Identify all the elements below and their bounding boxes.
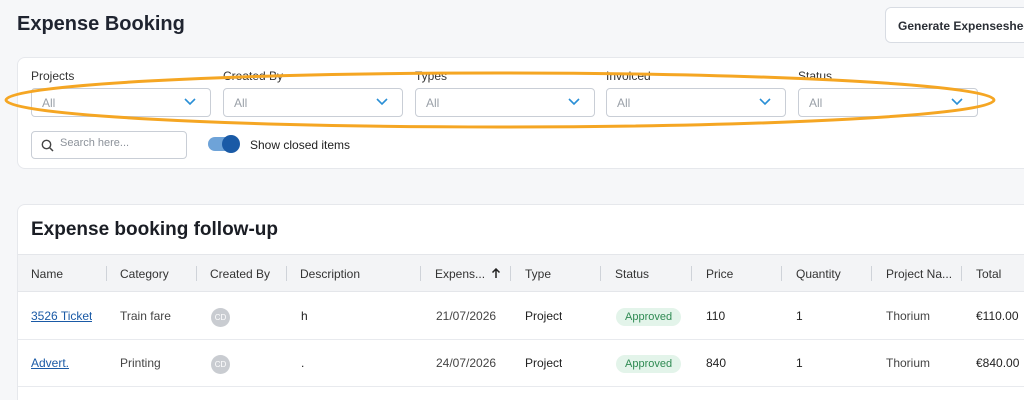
status-badge: Approved	[616, 308, 682, 326]
select-value: All	[234, 96, 248, 110]
column-header-category[interactable]: Category	[107, 255, 197, 293]
avatar: CD	[211, 355, 230, 374]
column-header-total[interactable]: Total	[962, 255, 1024, 293]
column-header-quantity[interactable]: Quantity	[782, 255, 872, 293]
row-description: h	[301, 309, 308, 323]
types-select[interactable]: All	[415, 88, 595, 117]
expense-table-card: Expense booking follow-up Name Category …	[17, 204, 1024, 400]
row-expense-date: 21/07/2026	[436, 309, 497, 323]
row-project-name: Thorium	[886, 309, 931, 323]
toggle-knob	[222, 135, 240, 153]
row-price: 110	[706, 309, 726, 323]
column-header-status[interactable]: Status	[601, 255, 692, 293]
row-category: Printing	[120, 356, 161, 370]
filter-label: Status	[798, 69, 833, 83]
select-value: All	[809, 96, 823, 110]
invoiced-select[interactable]: All	[606, 88, 786, 117]
select-value: All	[617, 96, 631, 110]
chevron-down-icon	[184, 98, 196, 106]
filter-label: Created By	[223, 69, 284, 83]
table-title: Expense booking follow-up	[31, 219, 278, 240]
table-row[interactable]: 3526 Ticket Train fare CD h 21/07/2026 P…	[18, 293, 1024, 340]
search-icon	[41, 139, 54, 152]
filter-panel: Projects All Created By All Types All In…	[17, 57, 1024, 169]
filter-label: Invoiced	[606, 69, 651, 83]
row-status: Approved	[616, 293, 682, 340]
row-created-by: CD	[211, 293, 230, 340]
status-select[interactable]: All	[798, 88, 978, 117]
avatar: CD	[211, 308, 230, 327]
column-header-type[interactable]: Type	[511, 255, 601, 293]
search-input[interactable]	[60, 137, 180, 149]
row-expense-date: 24/07/2026	[436, 356, 497, 370]
row-price: 840	[706, 356, 727, 370]
show-closed-toggle[interactable]	[208, 135, 240, 153]
column-header-name[interactable]: Name	[18, 255, 107, 293]
expense-name-link[interactable]: Advert.	[31, 356, 69, 370]
row-quantity: 1	[796, 309, 803, 323]
table-row[interactable]: Advert. Printing CD . 24/07/2026 Project…	[18, 340, 1024, 387]
row-total: €840.00	[976, 356, 1020, 370]
column-header-project-name[interactable]: Project Na...	[872, 255, 962, 293]
row-created-by: CD	[211, 340, 230, 387]
chevron-down-icon	[951, 98, 963, 106]
row-status: Approved	[616, 340, 682, 387]
row-project-name: Thorium	[886, 356, 931, 370]
column-header-expense-date[interactable]: Expens...	[421, 255, 511, 293]
created-by-select[interactable]: All	[223, 88, 403, 117]
page-title: Expense Booking	[17, 13, 185, 35]
filter-types: Types All	[415, 69, 595, 117]
filter-created-by: Created By All	[223, 69, 403, 117]
expense-name-link[interactable]: 3526 Ticket	[31, 309, 92, 323]
chevron-down-icon	[376, 98, 388, 106]
generate-expensesheet-button[interactable]: Generate Expensesheet	[885, 7, 1024, 43]
filter-projects: Projects All	[31, 69, 211, 117]
row-description: .	[301, 356, 305, 370]
column-header-description[interactable]: Description	[287, 255, 421, 293]
row-name[interactable]: Advert.	[31, 340, 69, 387]
status-badge: Approved	[616, 355, 682, 373]
column-header-created-by[interactable]: Created By	[197, 255, 287, 293]
select-value: All	[426, 96, 440, 110]
filter-label: Types	[415, 69, 448, 83]
column-header-price[interactable]: Price	[692, 255, 782, 293]
filter-label: Projects	[31, 69, 75, 83]
filter-invoiced: Invoiced All	[606, 69, 786, 117]
toggle-label: Show closed items	[250, 138, 351, 152]
row-quantity: 1	[796, 356, 803, 370]
chevron-down-icon	[759, 98, 771, 106]
search-box	[31, 131, 187, 159]
row-type: Project	[525, 356, 563, 370]
select-value: All	[42, 96, 56, 110]
row-type: Project	[525, 309, 563, 323]
projects-select[interactable]: All	[31, 88, 211, 117]
chevron-down-icon	[568, 98, 580, 106]
filter-status: Status All	[798, 69, 978, 117]
arrow-up-icon	[491, 268, 501, 278]
table-header: Name Category Created By Description Exp…	[18, 254, 1024, 292]
row-total: €110.00	[976, 309, 1019, 323]
row-category: Train fare	[120, 309, 171, 323]
row-name[interactable]: 3526 Ticket	[31, 293, 92, 340]
